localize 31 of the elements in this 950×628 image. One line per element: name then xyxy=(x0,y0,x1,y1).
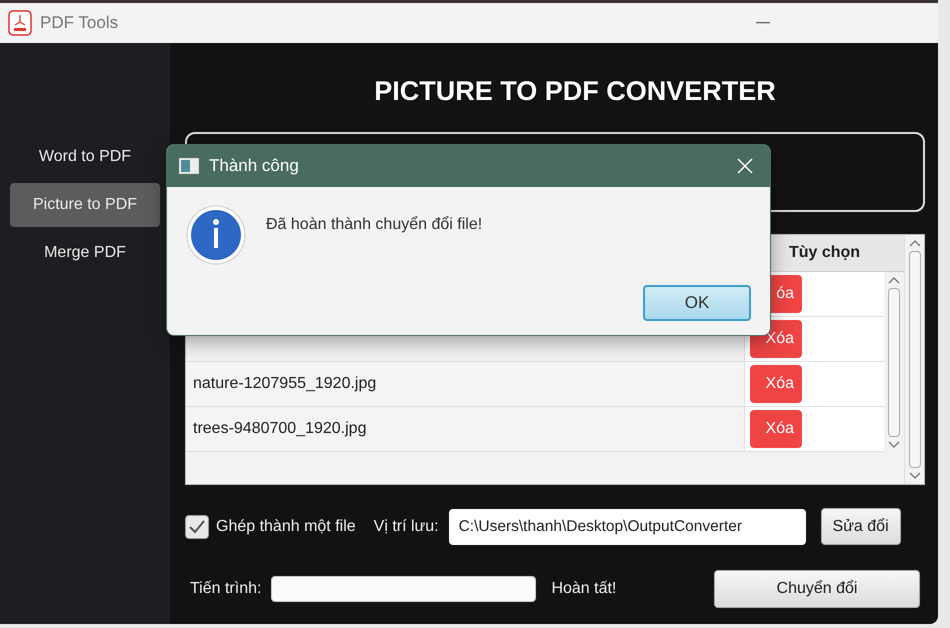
checkmark-icon xyxy=(189,520,205,534)
edit-button[interactable]: Sửa đổi xyxy=(820,508,901,545)
ok-button[interactable]: OK xyxy=(643,285,751,321)
scroll-down-icon[interactable] xyxy=(908,472,920,480)
scroll-down-icon[interactable] xyxy=(888,440,900,448)
sidebar-item[interactable]: Word to PDF xyxy=(10,135,160,179)
pdf-file-icon xyxy=(8,10,32,36)
scroll-up-icon[interactable] xyxy=(908,238,920,246)
scroll-up-icon[interactable] xyxy=(888,276,900,284)
dialog-message: Đã hoàn thành chuyển đổi file! xyxy=(266,215,484,235)
merge-checkbox[interactable] xyxy=(185,514,209,538)
save-path-field[interactable]: C:\Users\thanh\Desktop\OutputConverter xyxy=(448,508,806,544)
minimize-icon[interactable] xyxy=(756,22,770,24)
window-title: PDF Tools xyxy=(40,12,118,34)
progress-status: Hoàn tất! xyxy=(551,578,616,598)
delete-button[interactable]: Xóa xyxy=(750,410,802,448)
delete-button[interactable]: Xóa xyxy=(750,364,802,402)
progress-label: Tiến trình: xyxy=(190,578,262,598)
sidebar-item[interactable]: Picture to PDF xyxy=(10,183,160,227)
dialog-title: Thành công xyxy=(209,155,299,178)
table-cell-text: nature-1207955_1920.jpg xyxy=(193,374,376,394)
window-icon xyxy=(179,158,199,174)
save-location-label: Vị trí lưu: xyxy=(374,516,439,536)
scrollbar[interactable] xyxy=(904,234,924,484)
close-icon[interactable] xyxy=(737,158,753,174)
info-icon xyxy=(186,205,246,265)
page-heading: PICTURE TO PDF CONVERTER xyxy=(373,75,777,108)
convert-button[interactable]: Chuyển đổi xyxy=(714,570,920,608)
sidebar-item[interactable]: Merge PDF xyxy=(10,231,160,275)
table-cell-text: trees-9480700_1920.jpg xyxy=(193,418,366,438)
merge-label: Ghép thành một file xyxy=(216,516,356,536)
